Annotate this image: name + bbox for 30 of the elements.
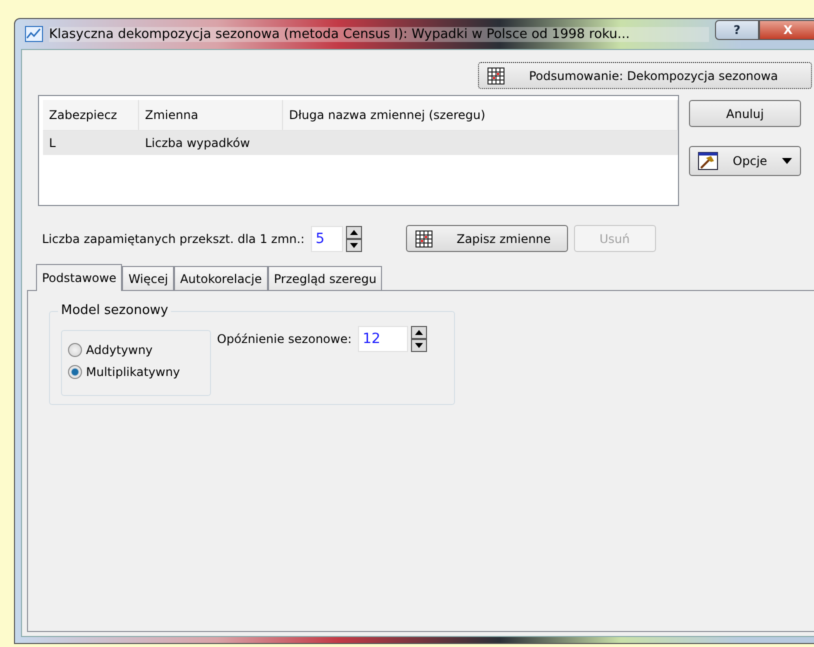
chart-icon [25,26,43,42]
tab[interactable]: Autokorelacje [174,266,268,291]
grid-save-icon [414,230,433,248]
group-title: Model sezonowy [58,303,172,318]
help-button[interactable]: ? [715,20,759,40]
options-label: Opcje [732,154,768,168]
column-header[interactable]: Długa nazwa zmiennej (szeregu) [283,100,678,130]
options-button[interactable]: Opcje [689,146,801,176]
hammer-icon [698,152,718,170]
radio-option[interactable]: Addytywny [68,343,210,357]
dropdown-arrow-icon [782,158,792,164]
cancel-button[interactable]: Anuluj [689,100,801,127]
seasonal-lag-input[interactable]: 12 [358,326,408,352]
column-header[interactable]: Zabezpiecz [43,100,139,130]
radio-option[interactable]: Multiplikatywny [68,365,210,379]
tab[interactable]: Przegląd szeregu [268,266,382,291]
summary-button[interactable]: Podsumowanie: Dekompozycja sezonowa [478,62,812,89]
table-cell-text: L [48,135,57,152]
window-title: Klasyczna dekompozycja sezonowa (metoda Census I): Wypadki w Polsce od 1998 roku... [49,26,709,42]
transforms-input[interactable]: 5 [310,226,343,252]
table-cell-text: Liczba wypadków [144,135,251,152]
transforms-label: Liczba zapamiętanych przekszt. dla 1 zmn.: [42,232,305,246]
seasonal-lag-label: Opóźnienie sezonowe: [217,332,352,348]
spinner[interactable] [346,226,362,252]
column-header[interactable]: Zmienna [139,100,283,130]
grid-icon [487,66,505,84]
save-variables-button[interactable]: Zapisz zmienne [406,225,568,252]
tab[interactable]: Podstawowe [36,264,122,291]
spinner[interactable] [410,326,427,352]
tab[interactable]: Więcej [122,266,174,291]
